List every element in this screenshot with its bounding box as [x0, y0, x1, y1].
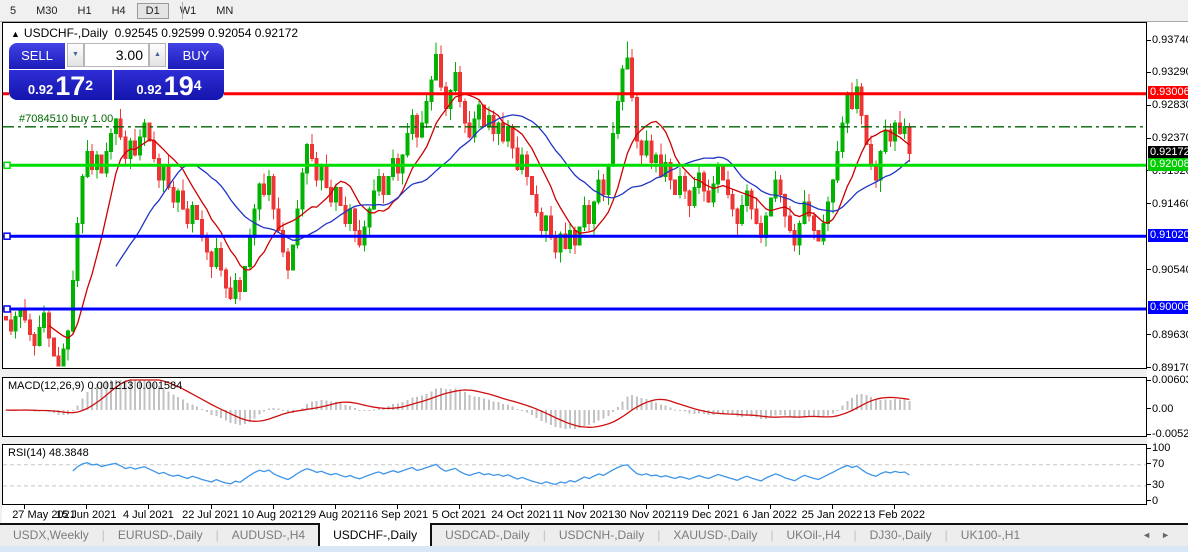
tab-usdcad--daily[interactable]: USDCAD-,Daily — [432, 525, 543, 548]
buy-price-sup: 4 — [193, 77, 202, 93]
price-badge-0.91020: 0.91020 — [1148, 228, 1188, 242]
timeframe-button-mn[interactable]: MN — [207, 3, 242, 19]
macd-tick-label: 0.00 — [1152, 402, 1174, 415]
price-tick-dash — [1147, 71, 1151, 73]
hline-handle[interactable] — [3, 161, 11, 170]
price-badge-0.92008: 0.92008 — [1148, 157, 1188, 171]
tab-scroll-right-icon[interactable]: ► — [1161, 530, 1180, 540]
rsi-tick-label: 100 — [1152, 442, 1171, 454]
sell-price-prefix: 0.92 — [27, 82, 54, 97]
rsi-tick-dash — [1147, 484, 1151, 486]
rsi-tick-dash — [1147, 463, 1151, 465]
tab-scroll-arrows[interactable]: ◄► — [1142, 530, 1180, 540]
tab-uk100--h1[interactable]: UK100-,H1 — [948, 525, 1033, 548]
rsi-tick-label: 70 — [1152, 457, 1165, 470]
sell-price-sup: 2 — [85, 77, 94, 93]
tab-audusd--h4[interactable]: AUDUSD-,H4 — [219, 525, 318, 548]
macd-tick-dash — [1147, 408, 1151, 410]
price-tick-label: 0.93290 — [1152, 66, 1188, 79]
date-label[interactable]: 13 Feb 2022 — [852, 509, 936, 521]
rsi-label: RSI(14) 48.3848 — [8, 447, 89, 459]
sell-button[interactable]: SELL — [9, 43, 65, 69]
status-bar-strip — [0, 546, 1188, 552]
price-axis[interactable]: 0.937400.932900.928300.923700.919200.914… — [1147, 22, 1188, 507]
rsi-tick-label: 30 — [1152, 478, 1165, 491]
rsi-line — [72, 462, 910, 486]
price-tick-label: 0.89170 — [1152, 361, 1188, 374]
price-tick-label: 0.91460 — [1152, 197, 1188, 210]
toolbar-separator — [182, 2, 183, 19]
rsi-tick-dash — [1147, 500, 1151, 502]
price-tick-label: 0.90540 — [1152, 263, 1188, 276]
buy-price-display[interactable]: 0.92 19 4 — [114, 70, 224, 100]
sell-price-big: 17 — [55, 71, 86, 101]
chart-ohlc-values: 0.92545 0.92599 0.92054 0.92172 — [114, 26, 299, 40]
timeframe-button-5[interactable]: 5 — [1, 3, 25, 19]
macd-tick-dash — [1147, 379, 1151, 381]
price-tick-dash — [1147, 269, 1151, 271]
macd-tick-label: 0.006038 — [1152, 374, 1188, 386]
timeframe-buttons: 5 M30 H1 H4 D1 W1 MN — [0, 2, 243, 19]
tab-dj30--daily[interactable]: DJ30-,Daily — [857, 525, 945, 548]
price-tick-label: 0.92830 — [1152, 99, 1188, 112]
symbol-tabbar: USDX,Weekly | EURUSD-,Daily | AUDUSD-,H4 USDC… — [0, 523, 1188, 548]
one-click-trade-panel: SELL ▼ ▲ BUY 0.92 17 2 0.92 19 4 — [9, 43, 224, 100]
tab-usdchf--daily[interactable]: USDCHF-,Daily — [318, 523, 433, 548]
tab-ukoil--h4[interactable]: UKOil-,H4 — [774, 525, 854, 548]
timeframe-button-h4[interactable]: H4 — [103, 3, 135, 19]
price-badge-0.93006: 0.93006 — [1148, 86, 1188, 100]
volume-decrease-button[interactable]: ▼ — [67, 43, 84, 67]
buy-price-big: 19 — [163, 71, 194, 101]
price-tick-label: 0.92370 — [1152, 132, 1188, 145]
timeframe-toolbar: 5 M30 H1 H4 D1 W1 MN — [0, 0, 1188, 22]
macd-tick-dash — [1147, 433, 1151, 435]
price-tick-label: 0.89630 — [1152, 328, 1188, 341]
price-tick-dash — [1147, 367, 1151, 369]
rsi-tick-dash — [1147, 447, 1151, 449]
rsi-chart-canvas[interactable] — [3, 445, 1146, 504]
chart-symbol-title: USDCHF-,Daily — [23, 26, 108, 40]
rsi-indicator-pane[interactable]: RSI(14) 48.3848 — [2, 444, 1147, 505]
hline-handle[interactable] — [3, 232, 11, 240]
collapse-quote-icon[interactable]: ▲ — [11, 29, 20, 39]
buy-price-prefix: 0.92 — [136, 82, 162, 97]
sell-price-display[interactable]: 0.92 17 2 — [9, 70, 112, 100]
hline-handle[interactable] — [3, 305, 11, 313]
timeframe-button-d1[interactable]: D1 — [136, 2, 169, 19]
timeframe-button-h1[interactable]: H1 — [69, 3, 101, 19]
order-line-label: #7084510 buy 1.00 — [19, 113, 113, 125]
timeframe-button-w1[interactable]: W1 — [171, 3, 206, 19]
macd-label: MACD(12,26,9) 0.001213 0.001584 — [8, 380, 183, 392]
tab-eurusd--daily[interactable]: EURUSD-,Daily — [105, 525, 216, 548]
timeframe-button-m30[interactable]: M30 — [27, 3, 66, 19]
price-tick-dash — [1147, 39, 1151, 41]
spinner-up-icon: ▲ — [154, 51, 161, 58]
price-tick-label: 0.93740 — [1152, 34, 1188, 46]
volume-input[interactable] — [84, 43, 149, 67]
price-tick-dash — [1147, 104, 1151, 106]
tab-usdcnh--daily[interactable]: USDCNH-,Daily — [546, 525, 657, 548]
price-tick-dash — [1147, 334, 1151, 336]
buy-button[interactable]: BUY — [168, 43, 224, 69]
tab-usdx-weekly[interactable]: USDX,Weekly — [0, 525, 102, 548]
date-axis[interactable]: 27 May 2021 15 Jun 2021 4 Jul 2021 22 Jul 2… — [2, 505, 1188, 523]
tab-scroll-left-icon[interactable]: ◄ — [1142, 530, 1161, 540]
macd-tick-label: -0.00522 — [1152, 428, 1188, 440]
price-tick-dash — [1147, 203, 1151, 205]
spinner-down-icon: ▼ — [72, 51, 79, 58]
chart-header: ▲ USDCHF-,Daily 0.92545 0.92599 0.92054 0… — [11, 26, 298, 40]
price-badge-0.90006: 0.90006 — [1148, 301, 1188, 315]
tab-xauusd--daily[interactable]: XAUUSD-,Daily — [660, 525, 770, 548]
price-tick-dash — [1147, 137, 1151, 139]
volume-increase-button[interactable]: ▲ — [149, 43, 166, 67]
macd-indicator-pane[interactable]: MACD(12,26,9) 0.001213 0.001584 — [2, 377, 1147, 437]
